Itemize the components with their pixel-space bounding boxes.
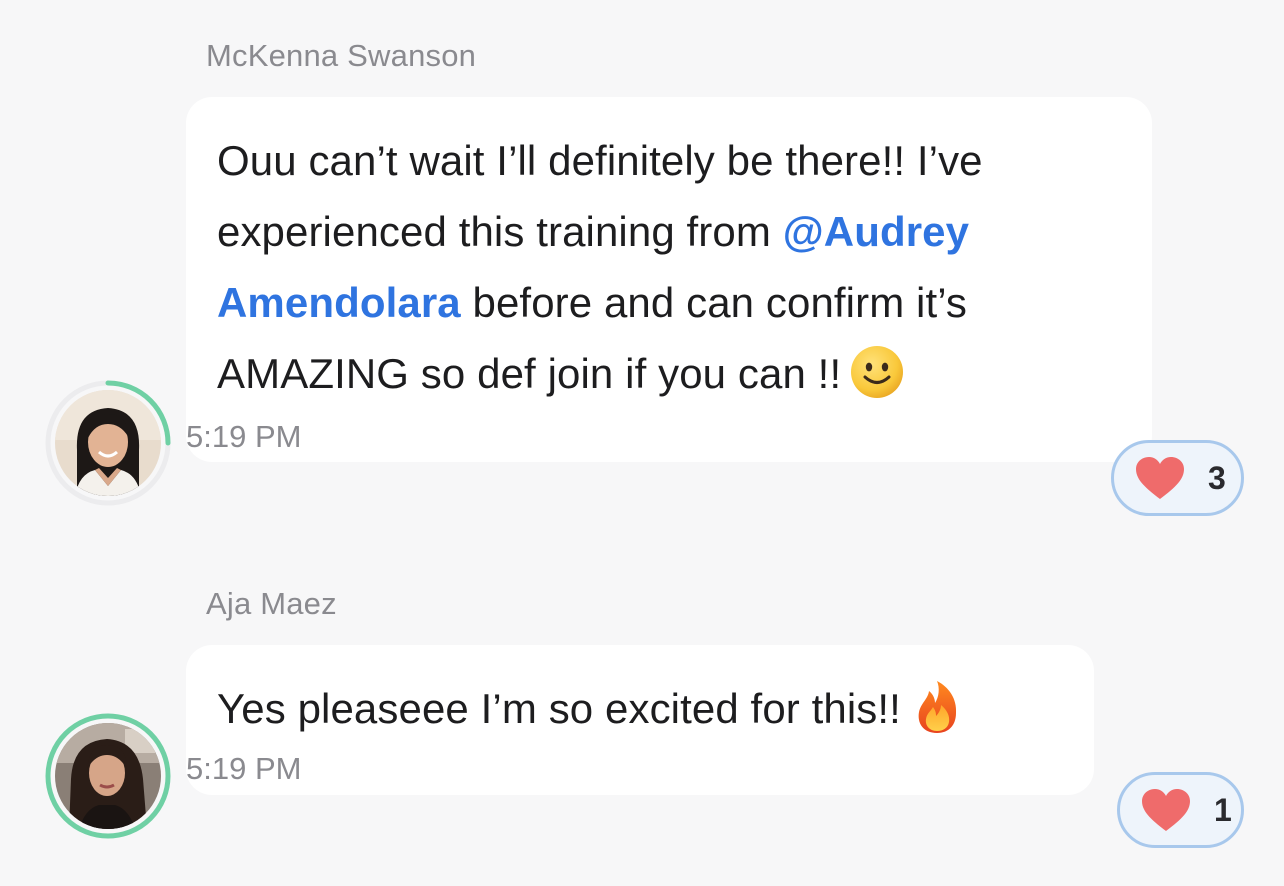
heart-icon: [1136, 457, 1184, 499]
message-timestamp: 5:19 PM: [186, 419, 302, 454]
slightly-smiling-face-icon: [851, 346, 904, 398]
avatar-aja[interactable]: [43, 711, 173, 841]
message-text-part: Yes pleaseee I’m so excited for this!!: [217, 685, 901, 732]
sender-name[interactable]: McKenna Swanson: [206, 38, 476, 74]
message-timestamp: 5:19 PM: [186, 751, 302, 786]
sender-name[interactable]: Aja Maez: [206, 586, 337, 622]
heart-icon: [1142, 789, 1190, 831]
message-bubble[interactable]: Ouu can’t wait I’ll definitely be there!…: [186, 97, 1152, 462]
message-text: Yes pleaseee I’m so excited for this!!: [217, 673, 1064, 744]
message-text: Ouu can’t wait I’ll definitely be there!…: [217, 125, 1122, 409]
reaction-count: 3: [1208, 459, 1226, 496]
reaction-count: 1: [1214, 791, 1232, 828]
reaction-heart-button[interactable]: 3: [1111, 440, 1244, 516]
avatar-mckenna[interactable]: [43, 378, 173, 508]
fire-icon: [918, 681, 957, 733]
message-bubble[interactable]: Yes pleaseee I’m so excited for this!! 5…: [186, 645, 1094, 795]
reaction-heart-button[interactable]: 1: [1117, 772, 1244, 848]
avatar-photo: [55, 390, 161, 496]
avatar-photo: [55, 723, 161, 829]
